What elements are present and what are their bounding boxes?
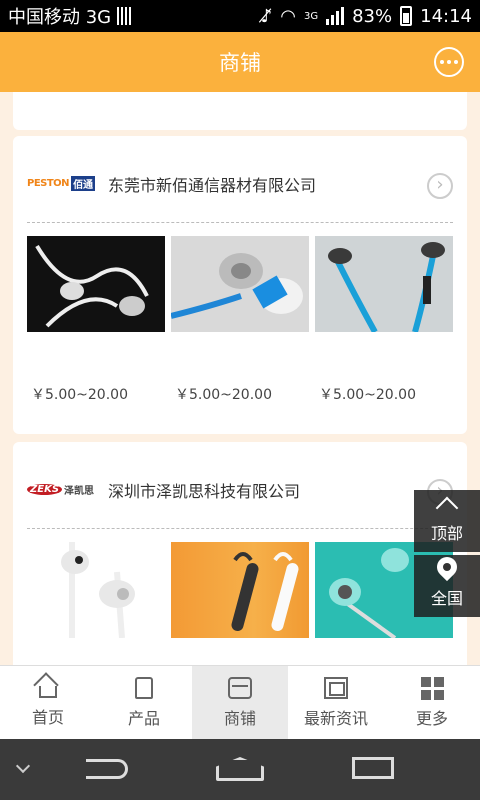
tab-more[interactable]: 更多 [384, 666, 480, 739]
back-icon[interactable] [86, 759, 128, 779]
app-header: 商铺 [0, 32, 480, 92]
product-price: ￥5.00~20.00 [31, 387, 128, 403]
recent-apps-icon[interactable] [352, 757, 394, 779]
shop-list[interactable]: PESTON 佰通 东莞市新佰通信器材有限公司 › ￥5.00~20.00 ￥5… [0, 92, 480, 665]
tab-news[interactable]: 最新资讯 [288, 666, 384, 739]
back-to-top-label: 顶部 [430, 524, 463, 543]
company-name[interactable]: 东莞市新佰通信器材有限公司 [108, 172, 316, 196]
news-icon [324, 676, 348, 699]
shop-card[interactable]: PESTON 佰通 东莞市新佰通信器材有限公司 › ￥5.00~20.00 ￥5… [13, 136, 467, 434]
shop-logo: PESTON 佰通 [27, 175, 96, 191]
location-pin-icon [432, 552, 462, 582]
back-to-top-button[interactable]: 顶部 [414, 490, 480, 552]
tab-shops[interactable]: 商铺 [192, 666, 288, 739]
mute-icon: ♪̸ [260, 5, 273, 27]
shop-logo: ZEKS 泽凯思 [27, 480, 97, 498]
product-price: ￥5.00~20.00 [319, 387, 416, 403]
shirt-icon [135, 676, 153, 699]
product-image[interactable] [315, 236, 453, 332]
region-button[interactable]: 全国 [414, 552, 480, 617]
wifi-icon: ◠ [280, 5, 296, 27]
tab-label: 产品 [127, 708, 160, 728]
page-title: 商铺 [219, 51, 261, 75]
grid-icon [420, 676, 444, 700]
company-name[interactable]: 深圳市泽凯思科技有限公司 [108, 478, 300, 502]
shop-header[interactable]: PESTON 佰通 东莞市新佰通信器材有限公司 › [13, 136, 467, 224]
divider [27, 528, 453, 529]
product-image[interactable] [27, 542, 165, 638]
status-bar: 中国移动 3G ♪̸ ◠ 3G 83% 14:14 [0, 0, 480, 32]
home-icon [39, 685, 57, 698]
sim-icon [117, 7, 132, 25]
region-label: 全国 [430, 589, 463, 608]
system-nav-bar [0, 739, 480, 800]
shop-card-partial [13, 92, 467, 130]
carrier-label: 中国移动 3G [8, 7, 112, 28]
chevron-down-icon[interactable] [15, 758, 31, 774]
tab-label: 最新资讯 [303, 708, 368, 728]
bottom-tab-bar: 首页 产品 商铺 最新资讯 更多 [0, 665, 480, 739]
network-type: 3G [303, 10, 319, 22]
arrow-up-icon [435, 496, 459, 520]
product-image[interactable] [171, 236, 309, 332]
chat-bubble-icon[interactable] [434, 47, 464, 77]
tab-home[interactable]: 首页 [0, 666, 96, 739]
product-image[interactable] [27, 236, 165, 332]
shop-card[interactable]: ZEKS泽凯思 深圳市泽凯思科技有限公司 › [13, 442, 467, 665]
battery-icon [400, 6, 413, 26]
battery-level: 83% [352, 5, 393, 27]
signal-icon [326, 7, 345, 25]
product-image[interactable] [171, 542, 309, 638]
tab-label: 商铺 [223, 708, 256, 728]
divider [27, 222, 453, 223]
chevron-right-icon[interactable]: › [427, 173, 453, 199]
shop-icon [228, 676, 252, 699]
clock: 14:14 [420, 5, 472, 27]
tab-products[interactable]: 产品 [96, 666, 192, 739]
tab-label: 首页 [31, 707, 64, 727]
product-price: ￥5.00~20.00 [175, 387, 272, 403]
home-nav-icon[interactable] [216, 757, 264, 781]
tab-label: 更多 [415, 708, 448, 728]
shop-header[interactable]: ZEKS泽凯思 深圳市泽凯思科技有限公司 › [13, 442, 467, 530]
